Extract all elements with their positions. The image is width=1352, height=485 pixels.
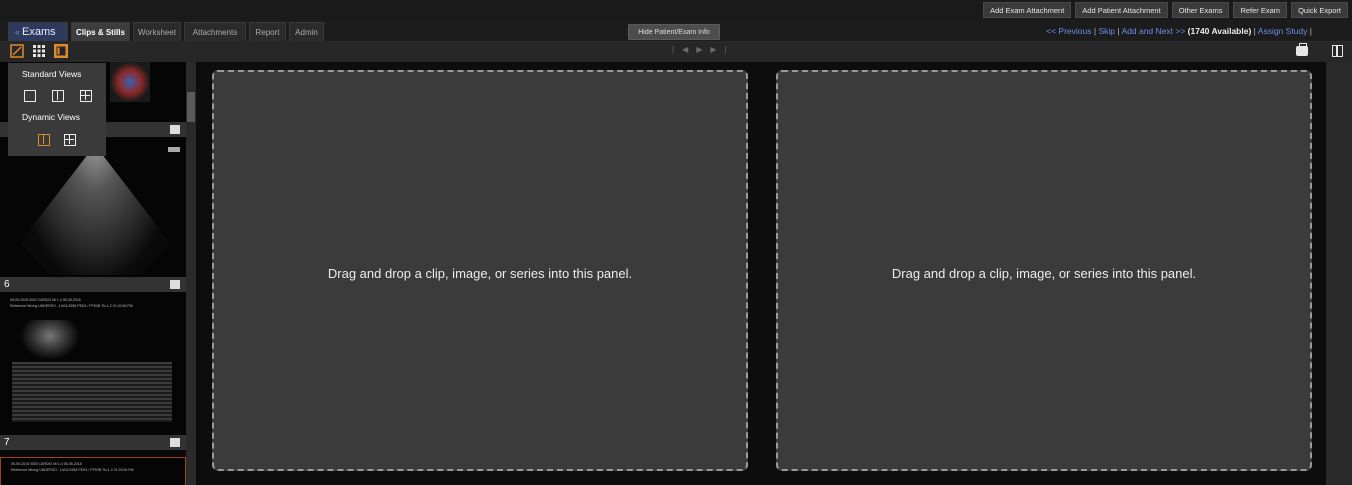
- thumb-text-line2: Reference Wrong UNDERSO.. 14/01/1958 PED…: [10, 304, 133, 308]
- right-side-strip: [1326, 62, 1352, 485]
- assign-study-link[interactable]: Assign Study: [1258, 26, 1308, 36]
- dynamic-views-title: Dynamic Views: [22, 112, 80, 122]
- thumbnail-7[interactable]: 05-05-2018 0000 CARDIO Mi 1.4 05-05-2018…: [0, 292, 186, 435]
- play-icon[interactable]: ▶: [696, 45, 710, 54]
- add-patient-attachment-button[interactable]: Add Patient Attachment: [1075, 2, 1168, 18]
- clip-icon: [170, 280, 180, 289]
- back-arrow-icon: «: [15, 27, 21, 37]
- thumbnail-6-label: 6: [0, 277, 186, 292]
- thumbnail-6-number: 6: [4, 279, 10, 290]
- quad-view-icon[interactable]: [80, 90, 92, 102]
- refer-exam-button[interactable]: Refer Exam: [1233, 2, 1288, 18]
- app-window: Add Exam Attachment Add Patient Attachme…: [0, 0, 1352, 485]
- drop-panel-right[interactable]: Drag and drop a clip, image, or series i…: [776, 70, 1312, 471]
- top-action-bar: Add Exam Attachment Add Patient Attachme…: [0, 0, 1352, 20]
- skip-link[interactable]: Skip: [1098, 26, 1115, 36]
- tab-report[interactable]: Report: [249, 22, 286, 41]
- tab-exams-label: Exams: [22, 26, 56, 38]
- drop-panel-message: Drag and drop a clip, image, or series i…: [327, 266, 633, 281]
- thumbnail-7-label: 7: [0, 435, 186, 450]
- thumb-text-line1: 05-05-2018 0000 CARDIO Mi 1.4 05-05-2018: [10, 298, 81, 302]
- dynamic-two-column-view-icon[interactable]: [38, 134, 50, 146]
- available-count: (1740 Available): [1187, 26, 1252, 36]
- thumbnail-6[interactable]: [0, 137, 186, 277]
- quick-export-button[interactable]: Quick Export: [1291, 2, 1348, 18]
- tab-admin[interactable]: Admin: [289, 22, 324, 41]
- drop-panel-left[interactable]: Drag and drop a clip, image, or series i…: [212, 70, 748, 471]
- grid-icon[interactable]: [32, 44, 46, 58]
- add-exam-attachment-button[interactable]: Add Exam Attachment: [983, 2, 1072, 18]
- thumbnail-8[interactable]: 05-05-2018 0000 CARDIO Mi 1.4 05-05-2018…: [0, 457, 186, 485]
- standard-views-title: Standard Views: [22, 69, 82, 79]
- tab-clips-stills[interactable]: Clips & Stills: [71, 22, 130, 41]
- panel-layout-icon[interactable]: [54, 44, 68, 58]
- scrollbar-thumb[interactable]: [187, 92, 195, 122]
- drop-panel-message: Drag and drop a clip, image, or series i…: [891, 266, 1197, 281]
- two-column-view-icon[interactable]: [52, 90, 64, 102]
- side-panel-toggle-icon[interactable]: [1332, 45, 1343, 57]
- previous-link[interactable]: << Previous: [1046, 26, 1091, 36]
- ultrasound-cone-image: [20, 145, 170, 275]
- views-menu: Standard Views Dynamic Views: [8, 63, 106, 156]
- dynamic-quad-view-icon[interactable]: [64, 134, 76, 146]
- skip-forward-icon[interactable]: ▶|: [710, 45, 734, 54]
- skip-back-icon[interactable]: |◀: [672, 45, 696, 54]
- thumbnail-7-number: 7: [4, 437, 10, 448]
- thumbnail-scrollbar[interactable]: [186, 62, 196, 485]
- single-view-icon[interactable]: [24, 90, 36, 102]
- hide-patient-info-button[interactable]: Hide Patient/Exam Info: [628, 24, 720, 40]
- thumb-text-line1: 05-05-2018 0000 CARDIO Mi 1.4 05-05-2018: [11, 462, 82, 466]
- top-actions: Add Exam Attachment Add Patient Attachme…: [983, 2, 1348, 18]
- tab-worksheet[interactable]: Worksheet: [133, 22, 181, 41]
- image-icon: [170, 438, 180, 447]
- playback-controls: |◀▶▶|: [672, 45, 735, 54]
- other-exams-button[interactable]: Other Exams: [1171, 2, 1230, 18]
- briefcase-icon[interactable]: [1296, 43, 1308, 56]
- ultrasound-image: [20, 320, 80, 360]
- study-navigation: << Previous | Skip | Add and Next >> (17…: [1046, 26, 1312, 36]
- tab-attachments[interactable]: Attachments: [184, 22, 246, 41]
- tab-exams[interactable]: «Exams: [8, 22, 68, 41]
- edit-icon[interactable]: [10, 44, 24, 58]
- thumbnail-marker: [168, 147, 180, 152]
- add-and-next-link[interactable]: Add and Next >>: [1121, 26, 1185, 36]
- m-mode-trace: [12, 362, 172, 422]
- doppler-image: [110, 62, 150, 102]
- clip-icon: [170, 125, 180, 134]
- thumb-text-line2: Reference Wrong UNDERSO.. 14/01/1958 PED…: [11, 468, 134, 472]
